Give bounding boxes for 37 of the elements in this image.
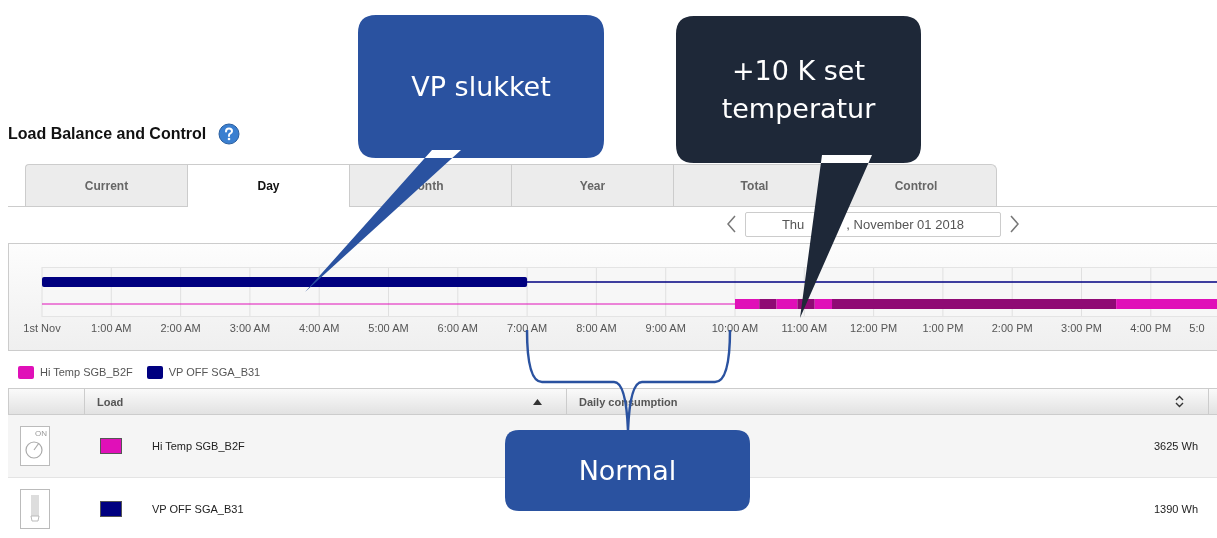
callout-text: Normal — [577, 453, 678, 488]
page-title: Load Balance and Control — [8, 125, 207, 143]
axis-label: 1:00 AM — [91, 322, 132, 334]
axis-label: 9:00 AM — [645, 322, 686, 334]
column-header[interactable]: Load — [84, 389, 566, 414]
axis-label: 4:00 PM — [1130, 322, 1172, 334]
callout-text: VP slukket — [410, 69, 552, 104]
legend-label: VP OFF SGA_B31 — [168, 366, 261, 378]
table-cell-text: VP OFF SGA_B31 — [152, 503, 245, 515]
legend-label: Hi Temp SGB_B2F — [40, 366, 133, 378]
tab[interactable]: Day — [187, 164, 349, 207]
axis-label: 6:00 AM — [437, 322, 478, 334]
axis-label: 4:00 AM — [299, 322, 340, 334]
table-cell: 3625 Wh — [1153, 440, 1198, 452]
lamp-icon — [20, 489, 50, 529]
axis-label: 5:00 AM — [368, 322, 409, 334]
axis-label: 1:00 PM — [922, 322, 964, 334]
previous-icon[interactable] — [725, 214, 737, 234]
axis-label: 8:00 AM — [576, 322, 617, 334]
axis-label: 12:00 PM — [850, 322, 898, 334]
axis-label: 5:0 — [1189, 322, 1205, 334]
axis-label: 10:00 AM — [711, 322, 759, 334]
axis-label: 7:00 AM — [506, 322, 548, 334]
axis-label: 3:00 AM — [229, 322, 271, 334]
axis-label: 1st Nov — [23, 322, 61, 334]
tab[interactable]: Current — [25, 164, 187, 206]
table-cell: 1390 Wh — [1153, 503, 1198, 515]
tab[interactable]: Year — [511, 164, 673, 206]
help-icon[interactable] — [218, 123, 241, 145]
table-cell-text: Hi Temp SGB_B2F — [152, 440, 246, 452]
next-icon[interactable] — [1009, 214, 1021, 234]
axis-label: 2:00 AM — [160, 322, 201, 334]
callout-text: +10 K set temperatur — [720, 53, 877, 126]
axis-label: 3:00 PM — [1061, 322, 1102, 334]
dial-switch-icon: ON — [20, 426, 50, 466]
axis-label: 2:00 PM — [991, 322, 1033, 334]
axis-label: 11:00 AM — [781, 322, 828, 334]
